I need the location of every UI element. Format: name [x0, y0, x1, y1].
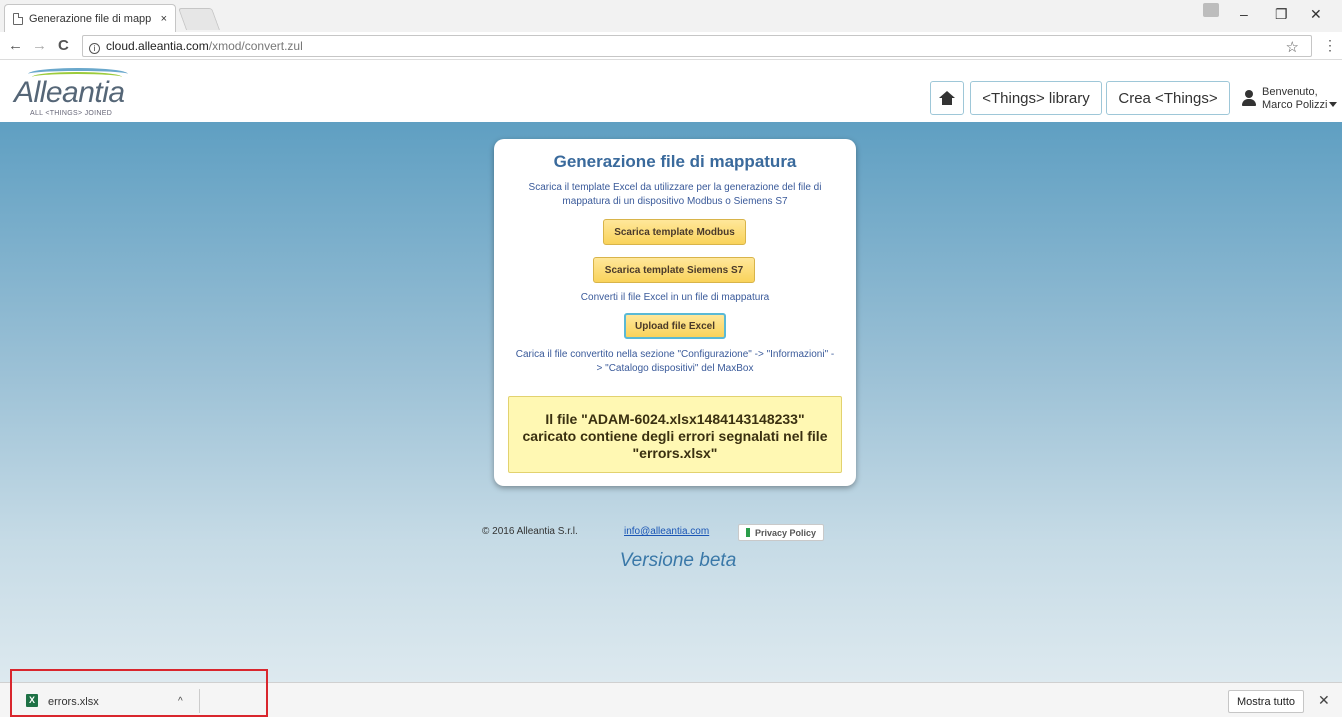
privacy-policy-button[interactable]: Privacy Policy	[738, 524, 824, 541]
url-path: /xmod/convert.zul	[208, 39, 303, 53]
alleantia-logo[interactable]: Alleantia ALL <THINGS> JOINED	[10, 64, 150, 118]
back-icon[interactable]: ←	[8, 37, 23, 54]
document-icon	[13, 12, 23, 25]
profile-icon[interactable]	[1203, 3, 1219, 17]
reload-icon[interactable]: C	[58, 37, 69, 54]
lock-icon	[745, 528, 750, 537]
user-name-line: Marco Polizzi	[1262, 99, 1338, 111]
card-title: Generazione file di mappatura	[553, 152, 797, 171]
url-host: cloud.alleantia.com	[106, 39, 209, 53]
download-siemens-template-button[interactable]: Scarica template Siemens S7	[593, 257, 755, 283]
main-area: Generazione file di mappatura Scarica il…	[0, 122, 1342, 682]
address-bar-row: ← → C i cloud.alleantia.com/xmod/convert.…	[0, 32, 1342, 60]
minimize-icon[interactable]: –	[1240, 6, 1248, 22]
email-link[interactable]: info@alleantia.com	[624, 526, 709, 537]
home-icon	[939, 91, 955, 105]
download-modbus-template-button[interactable]: Scarica template Modbus	[603, 219, 746, 245]
error-message: Il file "ADAM-6024.xlsx1484143148233" ca…	[522, 410, 828, 461]
user-icon	[1242, 90, 1256, 106]
info-icon[interactable]: i	[89, 43, 100, 54]
things-library-button[interactable]: <Things> library	[970, 81, 1102, 115]
browser-tab[interactable]: Generazione file di mapp ×	[4, 4, 176, 32]
upload-excel-button[interactable]: Upload file Excel	[624, 313, 726, 339]
window-close-icon[interactable]: ✕	[1310, 6, 1322, 23]
show-all-button[interactable]: Mostra tutto	[1228, 690, 1304, 713]
forward-icon[interactable]: →	[32, 37, 47, 54]
caret-down-icon	[1329, 102, 1338, 107]
url-field[interactable]: i cloud.alleantia.com/xmod/convert.zul ☆	[82, 35, 1312, 57]
download-bar-close-icon[interactable]: ✕	[1318, 692, 1330, 709]
tab-close-icon[interactable]: ×	[161, 13, 167, 25]
menu-icon[interactable]: ⋮	[1323, 37, 1337, 54]
convert-text: Converti il file Excel in un file di map…	[580, 292, 770, 303]
tab-title: Generazione file di mapp	[29, 12, 152, 25]
welcome-text: Benvenuto,	[1262, 86, 1318, 98]
browser-tab-strip: Generazione file di mapp × – ❐ ✕	[0, 0, 1342, 32]
logo-tagline: ALL <THINGS> JOINED	[30, 110, 113, 117]
intro-text: Scarica il template Excel da utilizzare …	[528, 182, 822, 207]
error-alert: Il file "ADAM-6024.xlsx1484143148233" ca…	[508, 396, 842, 473]
create-things-button[interactable]: Crea <Things>	[1106, 81, 1230, 115]
instructions-text: Carica il file convertito nella sezione …	[515, 349, 835, 374]
restore-icon[interactable]: ❐	[1275, 6, 1288, 23]
mapping-card: Generazione file di mappatura Scarica il…	[494, 139, 856, 486]
copyright: © 2016 Alleantia S.r.l.	[482, 526, 578, 537]
user-name: Marco Polizzi	[1262, 99, 1328, 111]
logo-word: Alleantia	[14, 76, 125, 109]
highlight-box	[10, 669, 268, 717]
home-button[interactable]	[930, 81, 964, 115]
privacy-label: Privacy Policy	[754, 527, 817, 538]
app-header: Alleantia ALL <THINGS> JOINED <Things> l…	[0, 60, 1342, 122]
footer: © 2016 Alleantia S.r.l. info@alleantia.c…	[0, 524, 1342, 544]
beta-label: Versione beta	[619, 550, 737, 571]
user-menu[interactable]: Benvenuto, Marco Polizzi	[1240, 82, 1340, 116]
star-icon[interactable]: ☆	[1286, 38, 1299, 58]
new-tab-button[interactable]	[177, 8, 221, 30]
